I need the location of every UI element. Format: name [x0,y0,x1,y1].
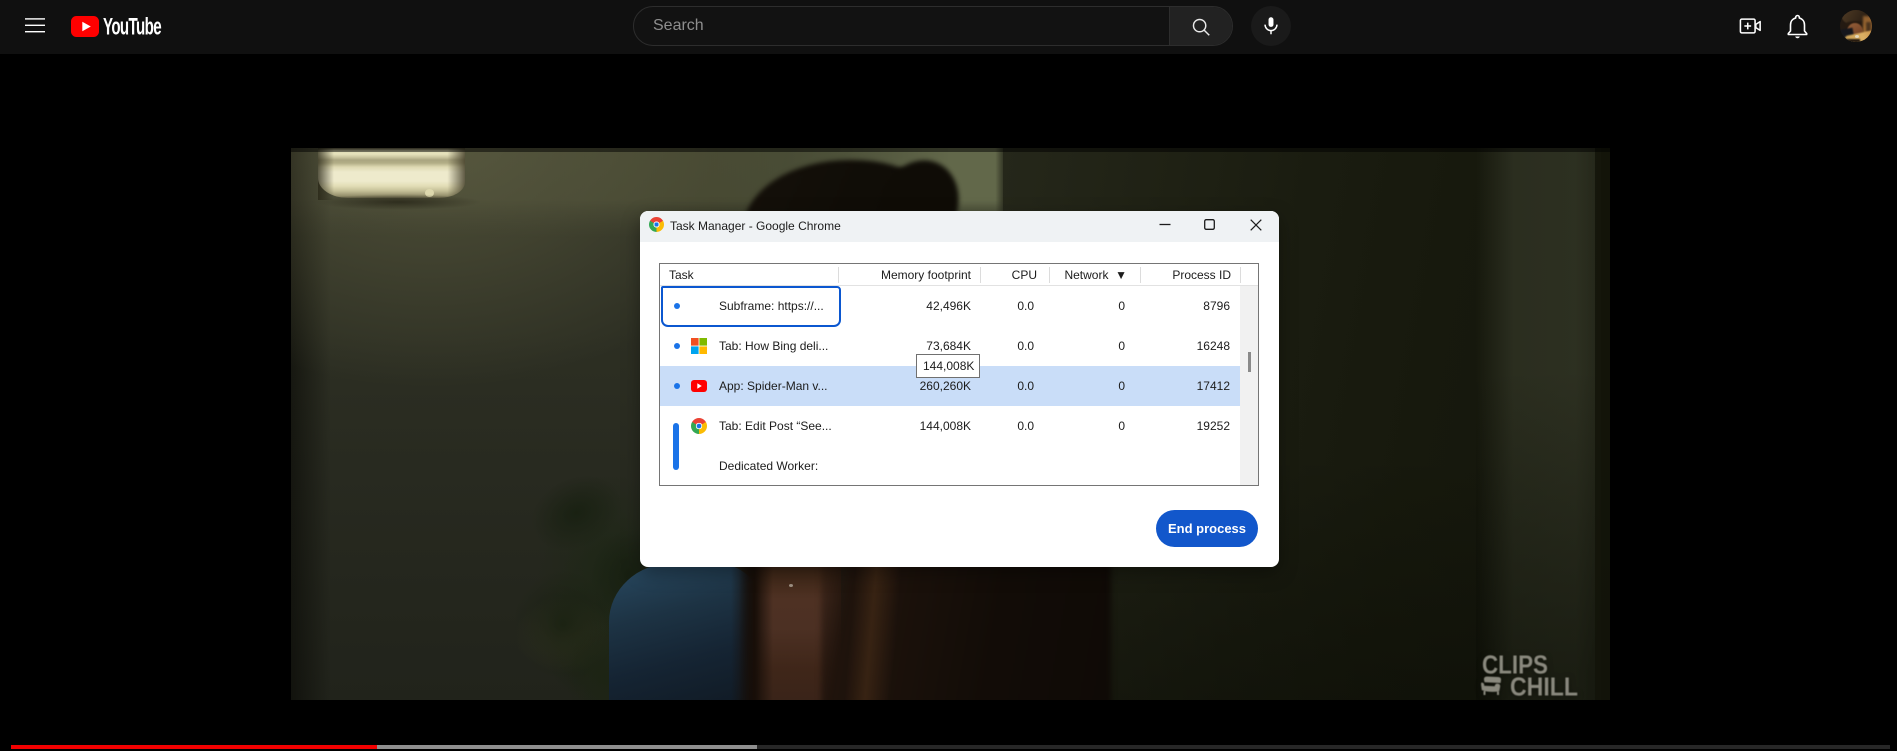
svg-text:CHILL: CHILL [1510,672,1578,700]
svg-text:YouTube: YouTube [103,15,161,39]
